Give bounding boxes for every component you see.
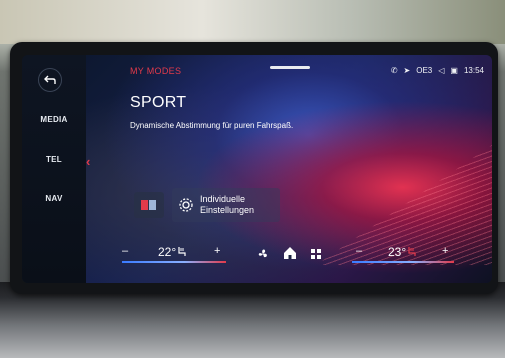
right-temp-minus-button[interactable]: – (356, 245, 362, 257)
back-button[interactable] (38, 68, 62, 92)
climate-bar: – 22° + – 23° + (86, 239, 492, 283)
settings-label-line1: Individuelle (200, 194, 246, 204)
mode-cards-icon (141, 200, 156, 210)
mode-name: SPORT (130, 94, 187, 111)
phone-icon: ✆ (390, 66, 398, 75)
fan-icon[interactable] (256, 247, 270, 261)
message-icon: ▣ (450, 66, 458, 75)
left-temp-value: 22° (158, 245, 177, 259)
windshield-background (0, 0, 505, 44)
right-temp-value: 23° (388, 245, 407, 259)
right-temp-slider[interactable] (352, 261, 454, 263)
back-icon (44, 75, 56, 84)
location-arrow-icon: ➤ (403, 66, 411, 75)
rail-item-tel[interactable]: TEL (22, 155, 86, 164)
gear-icon (179, 198, 193, 212)
settings-label-line2: Einstellungen (200, 205, 255, 215)
apps-grid-icon[interactable] (309, 247, 323, 261)
settings-label: Individuelle Einstellungen (200, 194, 254, 216)
rail-item-media[interactable]: MEDIA (22, 115, 86, 124)
radio-station: OE3 (416, 66, 433, 75)
seat-heat-right-icon[interactable] (407, 246, 417, 257)
left-temp-minus-button[interactable]: – (122, 245, 128, 257)
home-icon[interactable] (282, 245, 298, 261)
left-temp-slider[interactable] (122, 261, 226, 263)
seat-heat-icon[interactable] (177, 246, 187, 257)
main-content: ‹ MY MODES ✆ ➤ OE3 ◁ ▣ 13:54 SPORT Dynam… (86, 55, 492, 283)
left-rail: MEDIA TEL NAV (22, 55, 86, 283)
rail-item-nav[interactable]: NAV (22, 194, 86, 203)
page-title: MY MODES (130, 66, 182, 76)
mode-description: Dynamische Abstimmung für puren Fahrspaß… (130, 121, 294, 130)
clock: 13:54 (463, 66, 484, 75)
chevron-left-icon[interactable]: ‹ (86, 154, 90, 169)
infotainment-screen: MEDIA TEL NAV ‹ MY MODES ✆ ➤ OE3 ◁ ▣ 13:… (22, 55, 492, 283)
mode-switch-button[interactable] (134, 192, 164, 218)
pull-down-handle[interactable] (270, 66, 310, 69)
left-temp-plus-button[interactable]: + (214, 245, 220, 257)
individual-settings-button[interactable]: Individuelle Einstellungen (172, 188, 280, 222)
volume-icon: ◁ (438, 66, 445, 75)
status-bar: ✆ ➤ OE3 ◁ ▣ 13:54 (391, 66, 484, 75)
right-temp-plus-button[interactable]: + (442, 245, 448, 257)
